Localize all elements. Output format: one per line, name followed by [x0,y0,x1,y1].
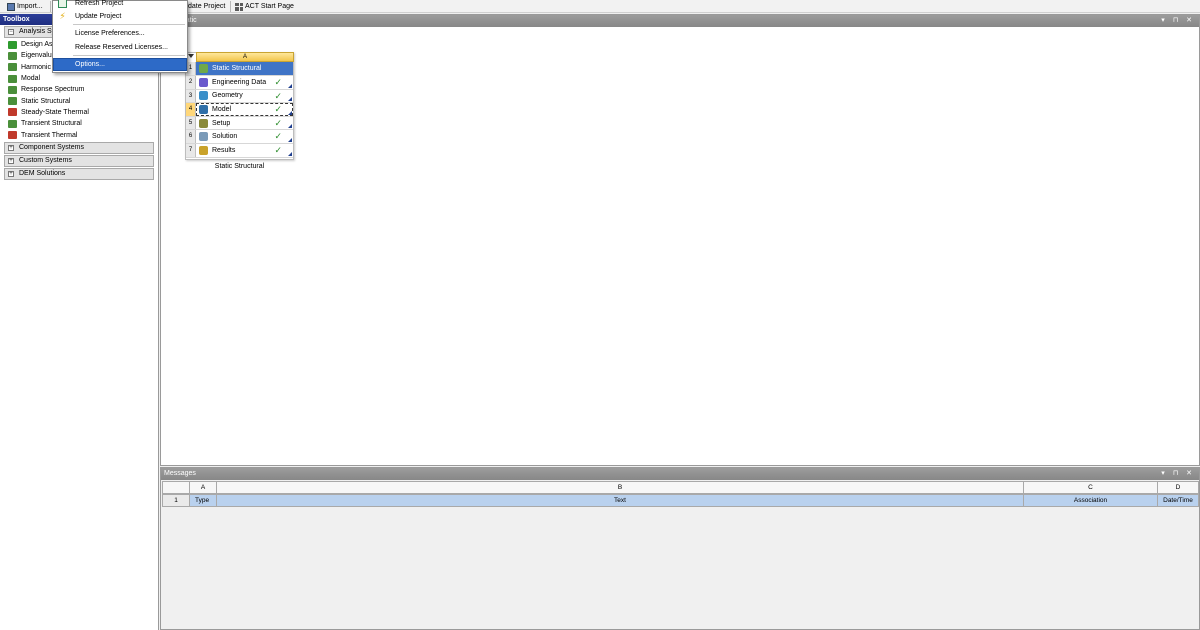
check-icon: ✓ [274,131,282,142]
menu-separator [73,55,185,56]
menu-item-refresh-project[interactable]: Refresh Project [54,0,186,9]
association-header-cell: Association [1023,494,1158,507]
system-cell-model[interactable]: 4 Model ✓ [186,103,293,117]
system-cell-setup[interactable]: 5 Setup ✓ [186,116,293,131]
static-structural-icon [199,63,208,73]
menu-item-release-reserved-licenses[interactable]: Release Reserved Licenses... [54,42,186,53]
setup-icon [199,118,208,128]
import-button[interactable]: Import... [7,1,43,12]
model-icon [199,104,208,114]
system-icon [8,85,17,94]
project-schematic-pane: Schematic ▾ ⊓ ✕ [160,14,1200,466]
grid-icon [235,2,243,11]
corner-marker-icon [288,83,292,88]
check-icon: ✓ [274,77,282,87]
system-icon [8,63,17,72]
results-icon [199,145,208,155]
system-cell-results[interactable]: 7 Results ✓ [186,144,293,158]
row-number: 1 [162,494,190,507]
refresh-icon [58,0,67,8]
column-header-d[interactable]: D [1157,481,1199,494]
toolbar-separator [230,1,231,12]
thermal-icon [8,108,17,117]
system-icon [8,51,17,60]
system-cell-engineering-data[interactable]: 2 Engineering Data ✓ [186,76,293,90]
system-menu-arrow-icon[interactable] [188,54,194,58]
system-icon [8,74,17,83]
corner-marker-icon [288,97,292,102]
check-icon: ✓ [274,104,282,115]
schematic-header: Schematic ▾ ⊓ ✕ [161,15,1199,27]
column-header-b[interactable]: B [216,481,1024,494]
pane-controls[interactable]: ▾ ⊓ ✕ [1161,468,1195,480]
geometry-icon [199,91,208,101]
system-icon [8,119,17,128]
corner-marker-icon [288,137,292,142]
component-systems-group[interactable]: + Component Systems [4,141,154,154]
toolbox-item-static-structural[interactable]: Static Structural [0,95,158,106]
messages-pane: Messages ▾ ⊓ ✕ A B C D 1 Type Text Assoc… [160,467,1200,630]
expand-icon[interactable]: + [8,170,14,177]
lightning-icon: ⚡ [59,11,66,21]
column-header-a[interactable]: A [189,481,217,494]
thermal-icon [8,131,17,140]
system-column-header: A [196,52,294,62]
collapse-icon[interactable]: − [8,29,14,35]
pane-controls[interactable]: ▾ ⊓ ✕ [1161,15,1195,27]
expand-icon[interactable]: + [8,157,14,164]
check-icon: ✓ [274,117,282,128]
toolbar-separator [50,1,51,12]
system-caption[interactable]: Static Structural [185,163,294,170]
system-cell-solution[interactable]: 6 Solution ✓ [186,130,293,144]
import-icon [7,2,15,11]
type-header-cell: Type [189,494,217,507]
toolbox-item-response-spectrum[interactable]: Response Spectrum [0,84,158,95]
act-start-page-button[interactable]: ACT Start Page [235,1,294,12]
messages-title: Messages [164,470,196,477]
toolbox-item-transient-thermal[interactable]: Transient Thermal [0,129,158,140]
update-project-button[interactable]: date Project [188,1,225,12]
solution-icon [199,132,208,142]
toolbox-item-transient-structural[interactable]: Transient Structural [0,118,158,129]
toolbox-item-steady-state-thermal[interactable]: Steady-State Thermal [0,107,158,118]
engineering-data-icon [199,77,208,87]
toolbox-item-modal[interactable]: Modal [0,73,158,84]
menu-item-license-preferences[interactable]: License Preferences... [54,28,186,39]
corner-cell [162,481,190,494]
messages-table: A B C D 1 Type Text Association Date/Tim… [162,481,1199,507]
system-cell-geometry[interactable]: 3 Geometry ✓ [186,89,293,104]
check-icon: ✓ [274,145,282,155]
column-header-c[interactable]: C [1023,481,1158,494]
corner-marker-icon [288,124,292,129]
system-icon [8,40,17,49]
file-dropdown-menu: Refresh Project ⚡ Update Project License… [52,0,188,73]
toolbox-panel: Toolbox − Analysis Sy Design As Eigenval… [0,14,159,630]
expand-icon[interactable]: + [8,144,14,151]
custom-systems-group[interactable]: + Custom Systems [4,154,154,167]
corner-marker-icon [288,110,292,115]
messages-column-header-row: A B C D [162,481,1199,494]
menu-item-options[interactable]: Options... [53,58,187,71]
corner-marker-icon [288,151,292,156]
menu-separator [73,24,185,25]
messages-header: Messages ▾ ⊓ ✕ [161,468,1199,480]
system-icon [8,97,17,106]
system-cell-title[interactable]: 1 Static Structural [186,62,293,76]
check-icon: ✓ [274,90,282,101]
menu-item-update-project[interactable]: ⚡ Update Project [54,11,186,22]
table-row[interactable]: 1 Type Text Association Date/Time [162,494,1199,507]
dem-solutions-group[interactable]: + DEM Solutions [4,167,154,180]
text-header-cell: Text [216,494,1024,507]
datetime-header-cell: Date/Time [1157,494,1199,507]
